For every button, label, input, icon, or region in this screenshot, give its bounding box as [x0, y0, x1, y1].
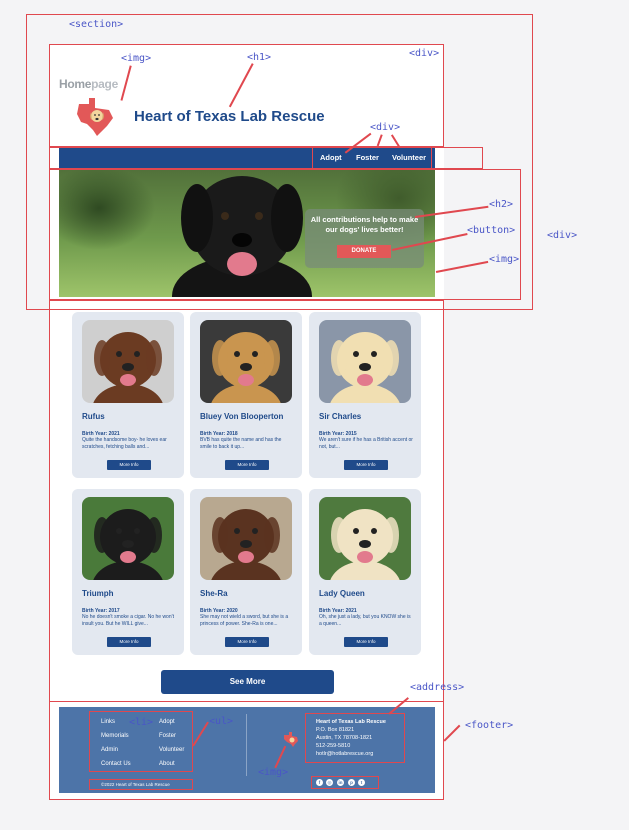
- annotation-label-img-logo: <img>: [121, 53, 152, 64]
- annotation-line-footer: [443, 724, 461, 742]
- annotation-label-section: <section>: [69, 19, 124, 30]
- annotation-label-li: <li>: [129, 717, 154, 728]
- annotation-label-button: <button>: [467, 225, 516, 236]
- annotation-label-h1: <h1>: [247, 52, 272, 63]
- annotation-box-main: [49, 300, 444, 702]
- annotation-box-copyright: [89, 779, 193, 790]
- annotation-box-nav-items: [312, 147, 432, 169]
- annotation-label-img-hero: <img>: [489, 254, 520, 265]
- annotation-box-social: [311, 776, 379, 789]
- annotation-label-header-div: <div>: [409, 48, 440, 59]
- annotation-label-footer: <footer>: [465, 720, 514, 731]
- annotation-box-hero-div: [49, 169, 521, 300]
- annotation-label-hero-div: <div>: [547, 230, 578, 241]
- annotation-label-ul: <ul>: [209, 716, 234, 727]
- annotation-box-address: [305, 713, 405, 763]
- annotation-label-address: <address>: [410, 682, 465, 693]
- annotation-label-nav-div: <div>: [370, 122, 401, 133]
- annotation-label-img-footer: <img>: [258, 767, 289, 778]
- annotation-label-h2: <h2>: [489, 199, 514, 210]
